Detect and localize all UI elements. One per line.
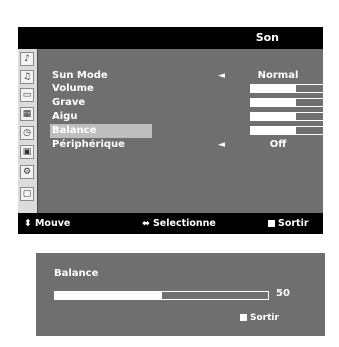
square-button-icon	[268, 220, 275, 227]
sun-mode-value: Normal	[257, 70, 299, 81]
lock-icon[interactable]: ▣	[20, 145, 34, 159]
menu-item-volume[interactable]: Volume	[50, 82, 323, 96]
clock-icon[interactable]: ◷	[20, 126, 34, 140]
menu-item-label: Grave	[52, 97, 86, 108]
balance-level-slider[interactable]	[54, 291, 269, 300]
peripherique-selector[interactable]: ◄ Off ►	[218, 139, 323, 151]
aigu-slider-fill	[251, 113, 296, 120]
aigu-slider[interactable]	[250, 112, 323, 121]
menu-item-grave[interactable]: Grave	[50, 96, 323, 110]
balance-slider-fill	[251, 127, 296, 134]
select-hint-label: Selectionne	[152, 218, 216, 229]
settings-icon[interactable]: ⚙	[20, 165, 34, 179]
speaker-icon[interactable]: ♪	[20, 52, 34, 66]
move-hint: ⬍ Mouve	[24, 218, 70, 229]
menu-icon-column: ♪ ♫ ▭ ▦ ◷ ▣ ⚙ ▢	[18, 49, 38, 213]
picture-icon[interactable]: ▦	[20, 107, 34, 121]
balance-slider[interactable]	[250, 126, 323, 135]
note-icon[interactable]: ♫	[20, 70, 34, 84]
menu-footer: ⬍ Mouve ⬌ Selectionne Sortir	[18, 213, 323, 234]
exit-hint-label: Sortir	[278, 218, 309, 229]
menu-item-label: Aigu	[52, 111, 78, 122]
balance-adjust-panel: Balance 50 Sortir	[36, 253, 325, 336]
menu-title: Son	[255, 31, 279, 44]
menu-item-label: Volume	[52, 83, 94, 94]
balance-exit-hint: Sortir	[240, 313, 279, 323]
balance-value: 50	[276, 288, 290, 299]
move-hint-label: Mouve	[34, 218, 71, 229]
peripherique-value: Off	[269, 139, 287, 150]
menu-item-label: Sun Mode	[52, 70, 108, 81]
menu-item-label: Balance	[50, 124, 152, 138]
left-right-arrow-icon: ⬌	[142, 218, 150, 229]
sound-menu-panel: Son ♪ ♫ ▭ ▦ ◷ ▣ ⚙ ▢ Sun Mode ◄ Normal ► …	[18, 27, 323, 234]
grave-slider[interactable]	[250, 98, 323, 107]
grave-slider-fill	[251, 99, 296, 106]
menu-item-aigu[interactable]: Aigu	[50, 110, 323, 124]
menu-item-peripherique[interactable]: Périphérique ◄ Off ►	[50, 138, 320, 152]
balance-panel-title: Balance	[54, 268, 99, 279]
volume-slider-fill	[251, 85, 296, 92]
menu-title-bar: Son	[18, 27, 323, 49]
exit-hint: Sortir	[268, 218, 309, 229]
balance-exit-label: Sortir	[250, 313, 279, 323]
select-hint: ⬌ Selectionne	[142, 218, 216, 229]
balance-level-fill	[55, 292, 162, 299]
info-icon[interactable]: ▢	[20, 187, 34, 201]
menu-item-label: Périphérique	[52, 139, 125, 150]
tv-icon[interactable]: ▭	[20, 88, 34, 102]
menu-item-sun-mode[interactable]: Sun Mode ◄ Normal ►	[50, 69, 320, 83]
sun-mode-selector[interactable]: ◄ Normal ►	[218, 70, 323, 82]
menu-item-balance[interactable]: Balance	[50, 124, 323, 138]
square-button-icon	[240, 314, 247, 321]
up-down-arrow-icon: ⬍	[24, 218, 32, 229]
volume-slider[interactable]	[250, 84, 323, 93]
